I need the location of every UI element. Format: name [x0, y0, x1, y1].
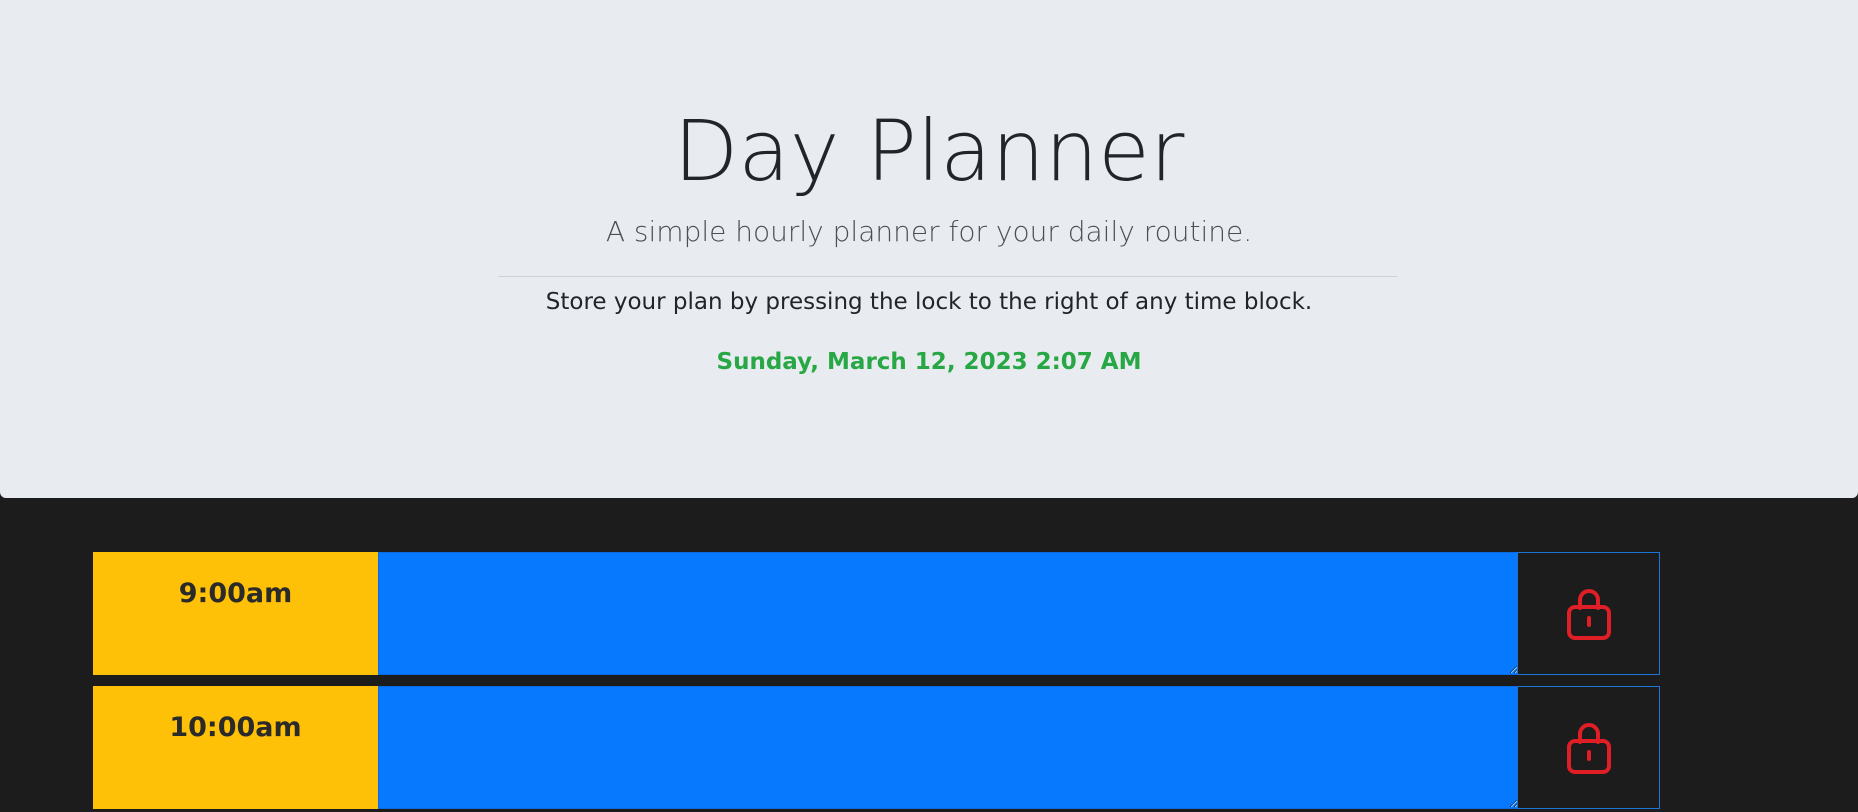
hour-label: 10:00am: [93, 686, 378, 809]
page-subtitle: A simple hourly planner for your daily r…: [605, 215, 1253, 248]
description-input[interactable]: [378, 552, 1519, 675]
time-block-9am: 9:00am: [93, 552, 1660, 675]
hour-label: 9:00am: [93, 552, 378, 675]
save-button[interactable]: [1517, 552, 1660, 675]
save-button[interactable]: [1517, 686, 1660, 809]
current-day: Sunday, March 12, 2023 2:07 AM: [716, 349, 1142, 375]
description-input[interactable]: [378, 686, 1519, 809]
lock-icon: [1566, 588, 1611, 640]
instructions-text: Store your plan by pressing the lock to …: [545, 289, 1313, 315]
time-block-10am: 10:00am: [93, 686, 1660, 809]
page-title: Day Planner: [673, 102, 1185, 200]
header-divider: [498, 276, 1397, 277]
page-header: Day Planner A simple hourly planner for …: [0, 0, 1858, 498]
lock-icon: [1566, 722, 1611, 774]
